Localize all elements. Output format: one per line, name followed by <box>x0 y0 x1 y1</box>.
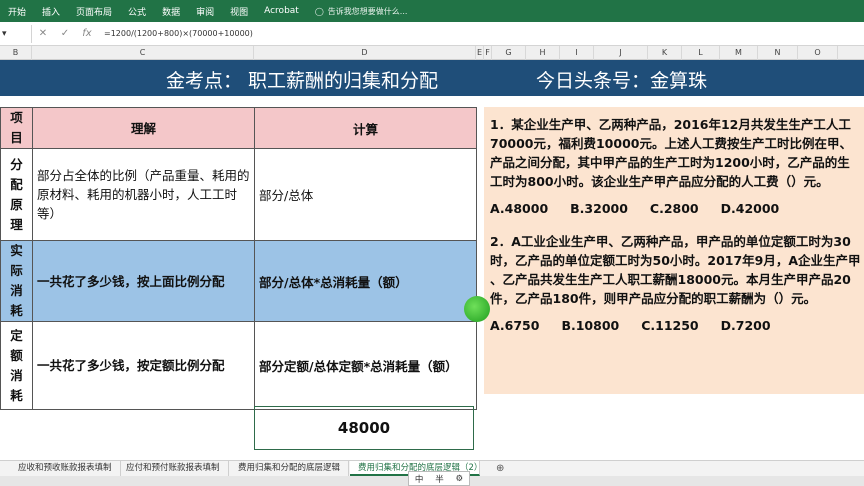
add-sheet-icon[interactable]: ⊕ <box>496 461 504 476</box>
option-b: B.10800 <box>561 318 620 333</box>
table-row: 实际 消耗 一共花了多少钱，按上面比例分配 部分/总体*总消耗量（额） <box>0 240 477 322</box>
question-line: 、乙产品共发生生产工人职工薪酬18000元。本月生产甲产品20 <box>490 272 851 287</box>
sheet-tab-payables[interactable]: 应付和预付账款报表填制 <box>118 461 229 476</box>
ribbon-tab-data[interactable]: 数据 <box>154 5 188 18</box>
column-header-c[interactable]: C <box>32 46 254 60</box>
option-c: C.2800 <box>649 201 699 216</box>
question-line: 时，乙产品的单位定额工时为50小时。2017年9月，A企业生产甲 <box>490 253 861 268</box>
question-line: 70000元，福利费10000元。上述人工费按生产工时比例在甲、 <box>490 136 852 151</box>
question-line: 工时为800小时。该企业生产甲产品应分配的人工费（）元。 <box>490 174 829 189</box>
ime-mode: 半 <box>435 474 444 485</box>
formula-input[interactable]: =1200/(1200+800)×(70000+10000) <box>104 29 253 38</box>
row-calc-cell[interactable]: 部分/总体 <box>254 148 477 241</box>
row-item-cell[interactable]: 定额 消耗 <box>0 321 33 410</box>
ribbon-tab-insert[interactable]: 插入 <box>34 5 68 18</box>
column-header-k[interactable]: K <box>648 46 682 60</box>
column-header-f[interactable]: F <box>484 46 492 60</box>
question-line: 2．A工业企业生产甲、乙两种产品，甲产品的单位定额工时为30 <box>490 234 851 249</box>
row-item-cell[interactable]: 实际 消耗 <box>0 240 33 322</box>
row-calc-cell[interactable]: 部分定额/总体定额*总消耗量（额） <box>254 321 477 410</box>
ribbon-tab-page-layout[interactable]: 页面布局 <box>68 5 120 18</box>
title-banner: 金考点： 职工薪酬的归集和分配 今日头条号：金算珠 <box>0 60 864 96</box>
tell-me-box[interactable]: ◯ 告诉我您想要做什么... <box>315 6 408 17</box>
ribbon-tab-acrobat[interactable]: Acrobat <box>256 6 307 16</box>
question-line: 产品之间分配，其中甲产品的生产工时为1200小时，乙产品的生 <box>490 155 850 170</box>
table-header-row: 项目 理解 计算 <box>0 107 477 149</box>
result-cell[interactable]: 48000 <box>254 406 474 450</box>
option-b: B.32000 <box>570 201 628 216</box>
cancel-icon[interactable]: ✕ <box>32 28 54 39</box>
gear-icon: ⚙ <box>455 473 464 484</box>
column-header-e[interactable]: E <box>476 46 484 60</box>
ribbon-tab-home[interactable]: 开始 <box>0 5 34 18</box>
ribbon-tabs: 开始 插入 页面布局 公式 数据 审阅 视图 Acrobat ◯ 告诉我您想要做… <box>0 0 864 22</box>
ribbon-tab-view[interactable]: 视图 <box>222 5 256 18</box>
tell-me-placeholder: 告诉我您想要做什么... <box>327 6 408 16</box>
question-line: 1．某企业生产甲、乙两种产品，2016年12月共发生生产工人工 <box>490 117 851 132</box>
column-header-l[interactable]: L <box>682 46 720 60</box>
ribbon-tab-formulas[interactable]: 公式 <box>120 5 154 18</box>
table-row: 定额 消耗 一共花了多少钱，按定额比例分配 部分定额/总体定额*总消耗量（额） <box>0 321 477 410</box>
ribbon-tab-review[interactable]: 审阅 <box>188 5 222 18</box>
sheet-tab-receivables[interactable]: 应收和预收账款报表填制 <box>10 461 121 476</box>
column-header-n[interactable]: N <box>758 46 798 60</box>
enter-icon[interactable]: ✓ <box>54 28 76 39</box>
concept-table: 项目 理解 计算 分配 原理 部分占全体的比例（产品重量、耗用的原材料、耗用的机… <box>0 107 477 410</box>
question-options: A.48000 B.32000 C.2800 D.42000 <box>490 201 864 216</box>
banner-source: 今日头条号：金算珠 <box>536 70 708 92</box>
option-a: A.48000 <box>490 201 549 216</box>
ime-indicator[interactable]: 中 半 ⚙ <box>408 471 470 486</box>
row-understanding-cell[interactable]: 部分占全体的比例（产品重量、耗用的原材料、耗用的机器小时，人工工时等） <box>32 148 255 241</box>
column-header-m[interactable]: M <box>720 46 758 60</box>
insert-function-icon[interactable]: fx <box>76 28 98 39</box>
column-header-i[interactable]: I <box>560 46 594 60</box>
formula-bar: ▾ ✕ ✓ fx =1200/(1200+800)×(70000+10000) <box>0 22 864 46</box>
column-headers: B C D E F G H I J K L M N O <box>0 46 864 60</box>
cursor-highlight-dot <box>464 296 490 322</box>
column-header-b[interactable]: B <box>0 46 32 60</box>
banner-title: 金考点： 职工薪酬的归集和分配 <box>166 70 439 92</box>
header-understanding[interactable]: 理解 <box>32 107 255 149</box>
name-box[interactable]: ▾ <box>0 24 32 43</box>
question-box: 1．某企业生产甲、乙两种产品，2016年12月共发生生产工人工 70000元，福… <box>484 107 864 394</box>
question-2: 2．A工业企业生产甲、乙两种产品，甲产品的单位定额工时为30 时，乙产品的单位定… <box>490 232 864 333</box>
option-d: D.7200 <box>720 318 771 333</box>
row-item-cell[interactable]: 分配 原理 <box>0 148 33 241</box>
sheet-tab-cost-logic[interactable]: 费用归集和分配的底层逻辑 <box>230 461 350 476</box>
column-header-g[interactable]: G <box>492 46 526 60</box>
header-calc[interactable]: 计算 <box>254 107 477 149</box>
ime-lang: 中 <box>414 474 424 485</box>
option-a: A.6750 <box>490 318 540 333</box>
column-header-j[interactable]: J <box>594 46 648 60</box>
table-row: 分配 原理 部分占全体的比例（产品重量、耗用的原材料、耗用的机器小时，人工工时等… <box>0 148 477 241</box>
row-understanding-cell[interactable]: 一共花了多少钱，按上面比例分配 <box>32 240 255 322</box>
row-calc-cell[interactable]: 部分/总体*总消耗量（额） <box>254 240 477 322</box>
column-header-h[interactable]: H <box>526 46 560 60</box>
question-options: A.6750 B.10800 C.11250 D.7200 <box>490 318 864 333</box>
column-header-d[interactable]: D <box>254 46 476 60</box>
question-line: 件，乙产品180件，则甲产品应分配的职工薪酬为（）元。 <box>490 291 817 306</box>
row-understanding-cell[interactable]: 一共花了多少钱，按定额比例分配 <box>32 321 255 410</box>
option-c: C.11250 <box>641 318 699 333</box>
header-item[interactable]: 项目 <box>0 107 33 149</box>
option-d: D.42000 <box>720 201 780 216</box>
question-1: 1．某企业生产甲、乙两种产品，2016年12月共发生生产工人工 70000元，福… <box>490 115 864 216</box>
column-header-o[interactable]: O <box>798 46 838 60</box>
lightbulb-icon: ◯ <box>314 6 324 16</box>
